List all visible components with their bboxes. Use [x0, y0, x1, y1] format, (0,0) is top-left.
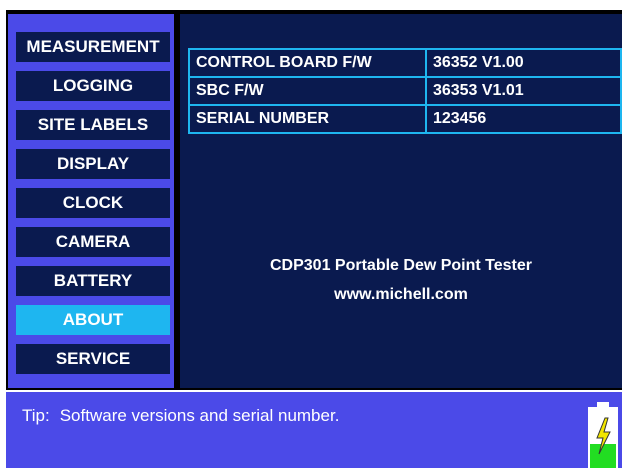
- menu-button-camera[interactable]: CAMERA: [16, 227, 170, 257]
- table-cell-key: SERIAL NUMBER: [188, 104, 427, 134]
- menu-button-measurement[interactable]: MEASUREMENT: [16, 32, 170, 62]
- menu-button-clock[interactable]: CLOCK: [16, 188, 170, 218]
- tip-prefix: Tip:: [22, 406, 50, 425]
- device-screen: MEASUREMENT LOGGING SITE LABELS DISPLAY …: [0, 0, 622, 468]
- table-cell-value: 36353 V1.01: [424, 76, 622, 106]
- table-cell-value: 36352 V1.00: [424, 48, 622, 78]
- menu-button-battery[interactable]: BATTERY: [16, 266, 170, 296]
- website-text: www.michell.com: [334, 286, 468, 303]
- about-panel: CONTROL BOARD F/W 36352 V1.00 SBC F/W 36…: [180, 14, 622, 388]
- menu-button-site-labels[interactable]: SITE LABELS: [16, 110, 170, 140]
- menu-button-logging[interactable]: LOGGING: [16, 71, 170, 101]
- menu-button-service[interactable]: SERVICE: [16, 344, 170, 374]
- table-row: SBC F/W 36353 V1.01: [188, 76, 622, 106]
- table-row: CONTROL BOARD F/W 36352 V1.00: [188, 48, 622, 78]
- version-table: CONTROL BOARD F/W 36352 V1.00 SBC F/W 36…: [188, 48, 622, 134]
- sidebar-menu: MEASUREMENT LOGGING SITE LABELS DISPLAY …: [8, 14, 174, 388]
- table-cell-key: CONTROL BOARD F/W: [188, 48, 427, 78]
- table-cell-key: SBC F/W: [188, 76, 427, 106]
- tip-bar: Tip: Software versions and serial number.: [6, 392, 622, 468]
- table-cell-value: 123456: [424, 104, 622, 134]
- battery-charging-icon: [588, 402, 618, 468]
- menu-button-display[interactable]: DISPLAY: [16, 149, 170, 179]
- product-name: CDP301 Portable Dew Point Tester: [270, 257, 532, 274]
- tip-text: Tip: Software versions and serial number.: [22, 406, 339, 426]
- tip-message: Software versions and serial number.: [59, 406, 340, 425]
- table-row: SERIAL NUMBER 123456: [188, 104, 622, 134]
- menu-button-about[interactable]: ABOUT: [16, 305, 170, 335]
